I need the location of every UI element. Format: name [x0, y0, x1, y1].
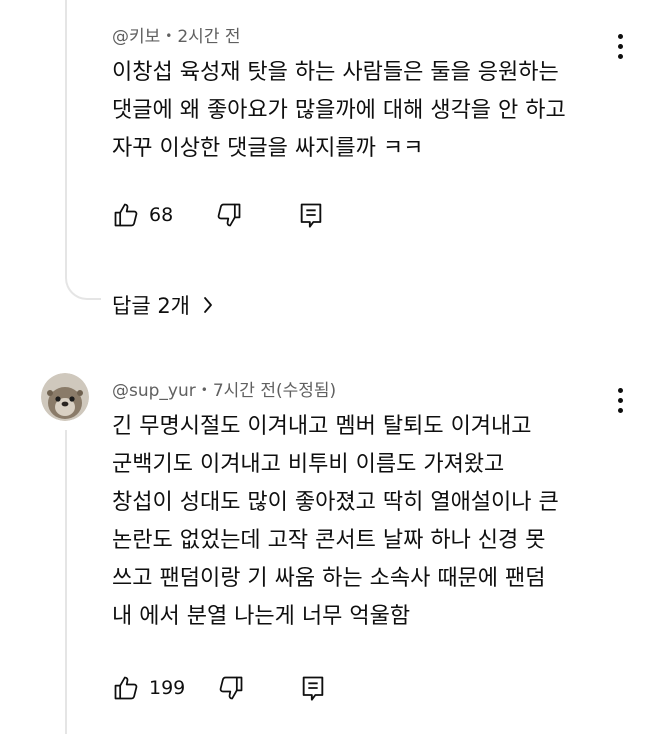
- meta-separator: •: [165, 29, 173, 43]
- thumb-down-icon: [219, 676, 243, 700]
- comment-text: 긴 무명시절도 이겨내고 멤버 탈퇴도 이겨내고 군백기도 이겨내고 비투비 이…: [112, 408, 622, 636]
- view-replies-button[interactable]: 답글 2개: [112, 290, 214, 320]
- comment-time: 7시간 전(수정됨): [212, 381, 337, 401]
- comment-author[interactable]: @키보: [112, 27, 160, 47]
- replies-label: 답글 2개: [112, 294, 190, 318]
- thumb-up-icon: [114, 203, 138, 227]
- thumb-down-icon: [217, 203, 241, 227]
- dislike-button[interactable]: [217, 674, 245, 702]
- thread-line: [65, 0, 67, 252]
- comment-line: 내 에서 분열 나는게 너무 억울함: [112, 604, 411, 629]
- comment-author[interactable]: @sup_yur: [112, 381, 196, 401]
- chevron-right-icon: [204, 297, 212, 313]
- like-button[interactable]: 199: [112, 674, 185, 702]
- thread-connector: [65, 252, 101, 300]
- like-count: 199: [149, 677, 186, 699]
- comment-line: 군백기도 이겨내고 비투비 이름도 가져왔고: [112, 452, 505, 477]
- comment-line: 창섭이 성대도 많이 좋아졌고 딱히 열애설이나 큰: [112, 490, 559, 515]
- avatar[interactable]: [41, 373, 89, 421]
- comment-icon: [302, 676, 324, 701]
- more-options-button[interactable]: [617, 34, 625, 64]
- reply-button[interactable]: [298, 201, 324, 229]
- comment-text: 이창섭 육성재 탓을 하는 사람들은 둘을 응원하는 댓글에 왜 좋아요가 많을…: [112, 54, 622, 168]
- comment-actions: 68: [112, 200, 324, 230]
- comment-line: 댓글에 왜 좋아요가 많을까에 대해 생각을 안 하고: [112, 98, 566, 123]
- meta-separator: •: [200, 383, 208, 397]
- comment-meta: @sup_yur • 7시간 전(수정됨): [112, 378, 647, 402]
- otter-avatar-icon: [41, 373, 89, 421]
- more-options-button[interactable]: [617, 388, 625, 418]
- comment-icon: [300, 203, 322, 228]
- comment-time: 2시간 전: [177, 27, 241, 47]
- like-count: 68: [149, 204, 174, 226]
- reply-button[interactable]: [300, 674, 326, 702]
- dislike-button[interactable]: [215, 201, 243, 229]
- comment-line: 논란도 없었는데 고작 콘서트 날짜 하나 신경 못: [112, 528, 546, 553]
- comment-line: 긴 무명시절도 이겨내고 멤버 탈퇴도 이겨내고: [112, 414, 532, 439]
- like-button[interactable]: 68: [112, 201, 173, 229]
- thumb-up-icon: [114, 676, 138, 700]
- comment-line: 쓰고 팬덤이랑 기 싸움 하는 소속사 때문에 팬덤: [112, 566, 546, 591]
- comment-line: 이창섭 육성재 탓을 하는 사람들은 둘을 응원하는: [112, 60, 559, 85]
- comment-line: 자꾸 이상한 댓글을 싸지를까 ㅋㅋ: [112, 136, 424, 161]
- comment: @sup_yur • 7시간 전(수정됨) 긴 무명시절도 이겨내고 멤버 탈퇴도 …: [112, 378, 647, 701]
- comment-meta: @키보 • 2시간 전: [112, 24, 647, 48]
- comment-actions: 199: [112, 673, 326, 703]
- thread-line: [65, 430, 67, 734]
- comment: @키보 • 2시간 전 이창섭 육성재 탓을 하는 사람들은 둘을 응원하는 댓글에…: [112, 24, 647, 228]
